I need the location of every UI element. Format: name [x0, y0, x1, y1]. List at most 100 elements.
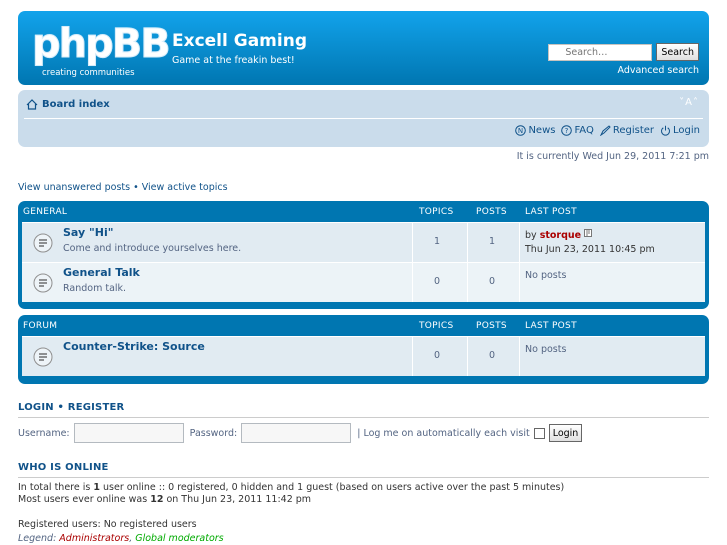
news-icon: N: [515, 125, 527, 136]
svg-text:N: N: [518, 127, 523, 135]
font-size-up-icon[interactable]: ˄: [693, 97, 699, 108]
site-logo[interactable]: phpBB creating communities: [32, 21, 172, 81]
password-label: Password:: [189, 427, 238, 439]
column-separator: [519, 337, 520, 376]
forum-posts-count: 0: [488, 350, 496, 361]
legend-global-moderators[interactable]: Global moderators: [135, 533, 223, 544]
navbar-links: N News ? FAQ Register Login: [515, 125, 700, 136]
board-index-link[interactable]: Board index: [26, 99, 110, 110]
login-heading: LOGIN • REGISTER: [18, 402, 124, 413]
faq-link[interactable]: ? FAQ: [561, 125, 594, 136]
col-topics: TOPICS: [419, 320, 454, 331]
online-line1-pre: In total there is: [18, 482, 94, 493]
login-heading-sep: •: [57, 402, 65, 413]
forum-topics-count: 1: [433, 236, 441, 247]
forum-read-icon: [33, 273, 53, 293]
username-input[interactable]: [73, 423, 184, 443]
logo-wordmark: phpBB: [32, 21, 172, 68]
category-general: GENERAL TOPICS POSTS LAST POST Say "Hi" …: [18, 201, 709, 309]
online-stats: In total there is 1 user online :: 0 reg…: [18, 482, 564, 506]
login-label: Login: [673, 125, 700, 136]
section-divider: [18, 417, 709, 418]
search-button[interactable]: Search: [656, 43, 699, 61]
last-post-by: by: [525, 230, 537, 241]
forum-title[interactable]: Counter-Strike: Source: [63, 340, 205, 353]
login-button[interactable]: Login: [548, 424, 583, 442]
legend-administrators[interactable]: Administrators: [59, 533, 129, 544]
news-label: News: [528, 125, 556, 136]
no-posts-label: No posts: [525, 270, 567, 281]
autologin-label: | Log me on automatically each visit: [357, 427, 530, 439]
online-line1-post: user online :: 0 registered, 0 hidden an…: [99, 482, 565, 493]
forum-read-icon: [33, 233, 53, 253]
last-post-date: Thu Jun 23, 2011 10:45 pm: [525, 244, 655, 255]
username-label: Username:: [18, 427, 70, 439]
last-post-user[interactable]: storque: [540, 230, 581, 241]
max-online-count: 12: [150, 494, 164, 505]
col-last-post: LAST POST: [525, 206, 577, 217]
board-index-label: Board index: [42, 99, 110, 110]
register-label: Register: [612, 125, 655, 136]
search-input[interactable]: [548, 43, 653, 61]
faq-icon: ?: [561, 125, 573, 136]
search-field-wrap: [548, 43, 653, 61]
home-icon: [26, 99, 38, 110]
view-latest-post-icon[interactable]: [584, 229, 593, 238]
forum-last-post: by storque Thu Jun 23, 2011 10:45 pm: [525, 229, 655, 257]
registered-users: Registered users: No registered users: [18, 519, 197, 530]
group-legend: Legend: Administrators, Global moderator…: [18, 533, 224, 544]
site-header: phpBB creating communities Excell Gaming…: [18, 11, 709, 85]
column-separator: [519, 263, 520, 302]
who-is-online-heading[interactable]: WHO IS ONLINE: [18, 462, 109, 473]
category-header: GENERAL TOPICS POSTS LAST POST: [22, 201, 705, 222]
view-unanswered-active-links[interactable]: View unanswered posts • View active topi…: [18, 182, 228, 193]
navbar: Board index ˅A˄ N News ? FAQ Register Lo…: [18, 90, 709, 147]
col-topics: TOPICS: [419, 206, 454, 217]
category-header: FORUM TOPICS POSTS LAST POST: [22, 315, 705, 336]
forum-row: Say "Hi" Come and introduce yourselves h…: [22, 222, 705, 262]
register-heading-link[interactable]: REGISTER: [68, 402, 125, 413]
forum-topics-count: 0: [433, 276, 441, 287]
no-posts-label: No posts: [525, 344, 567, 355]
autologin-checkbox[interactable]: [533, 427, 545, 439]
forum-description: Come and introduce yourselves here.: [63, 243, 242, 254]
quick-login-form: Username: Password: | Log me on automati…: [18, 423, 583, 443]
online-line2-post: on Thu Jun 23, 2011 11:42 pm: [163, 494, 312, 505]
forum-last-post: No posts: [525, 269, 566, 283]
col-posts: POSTS: [476, 206, 507, 217]
forum-read-icon: [33, 347, 53, 367]
forum-posts-count: 0: [488, 276, 496, 287]
category-forum: FORUM TOPICS POSTS LAST POST Counter-Str…: [18, 315, 709, 384]
forum-description: Random talk.: [63, 283, 127, 294]
forum-last-post: No posts: [525, 343, 566, 357]
login-heading-link[interactable]: LOGIN: [18, 402, 54, 413]
search-box: Search: [548, 43, 699, 61]
site-description: Game at the freakin best!: [172, 55, 295, 66]
section-divider: [18, 477, 709, 478]
login-link[interactable]: Login: [660, 125, 700, 136]
forum-posts-count: 1: [488, 236, 496, 247]
news-link[interactable]: N News: [515, 125, 555, 136]
power-icon: [661, 125, 670, 136]
font-size-label: A: [685, 97, 693, 108]
font-size-control[interactable]: ˅A˄: [679, 97, 699, 108]
forum-topics-count: 0: [433, 350, 441, 361]
navbar-divider: [24, 118, 703, 119]
forum-title[interactable]: General Talk: [63, 266, 140, 279]
forum-title[interactable]: Say "Hi": [63, 226, 113, 239]
faq-label: FAQ: [574, 125, 594, 136]
legend-label: Legend:: [18, 533, 60, 544]
site-title: Excell Gaming: [172, 31, 307, 51]
online-line2-pre: Most users ever online was: [18, 494, 151, 505]
category-name[interactable]: FORUM: [23, 321, 57, 331]
online-count: 1: [93, 482, 100, 493]
category-name[interactable]: GENERAL: [23, 207, 67, 217]
column-separator: [519, 223, 520, 262]
password-input[interactable]: [241, 423, 352, 443]
register-pen-icon: [599, 125, 611, 136]
col-last-post: LAST POST: [525, 320, 577, 331]
register-link[interactable]: Register: [599, 125, 655, 136]
advanced-search-link[interactable]: Advanced search: [617, 65, 699, 76]
forum-row: Counter-Strike: Source 0 0 No posts: [22, 336, 705, 376]
logo-tagline: creating communities: [42, 68, 135, 78]
